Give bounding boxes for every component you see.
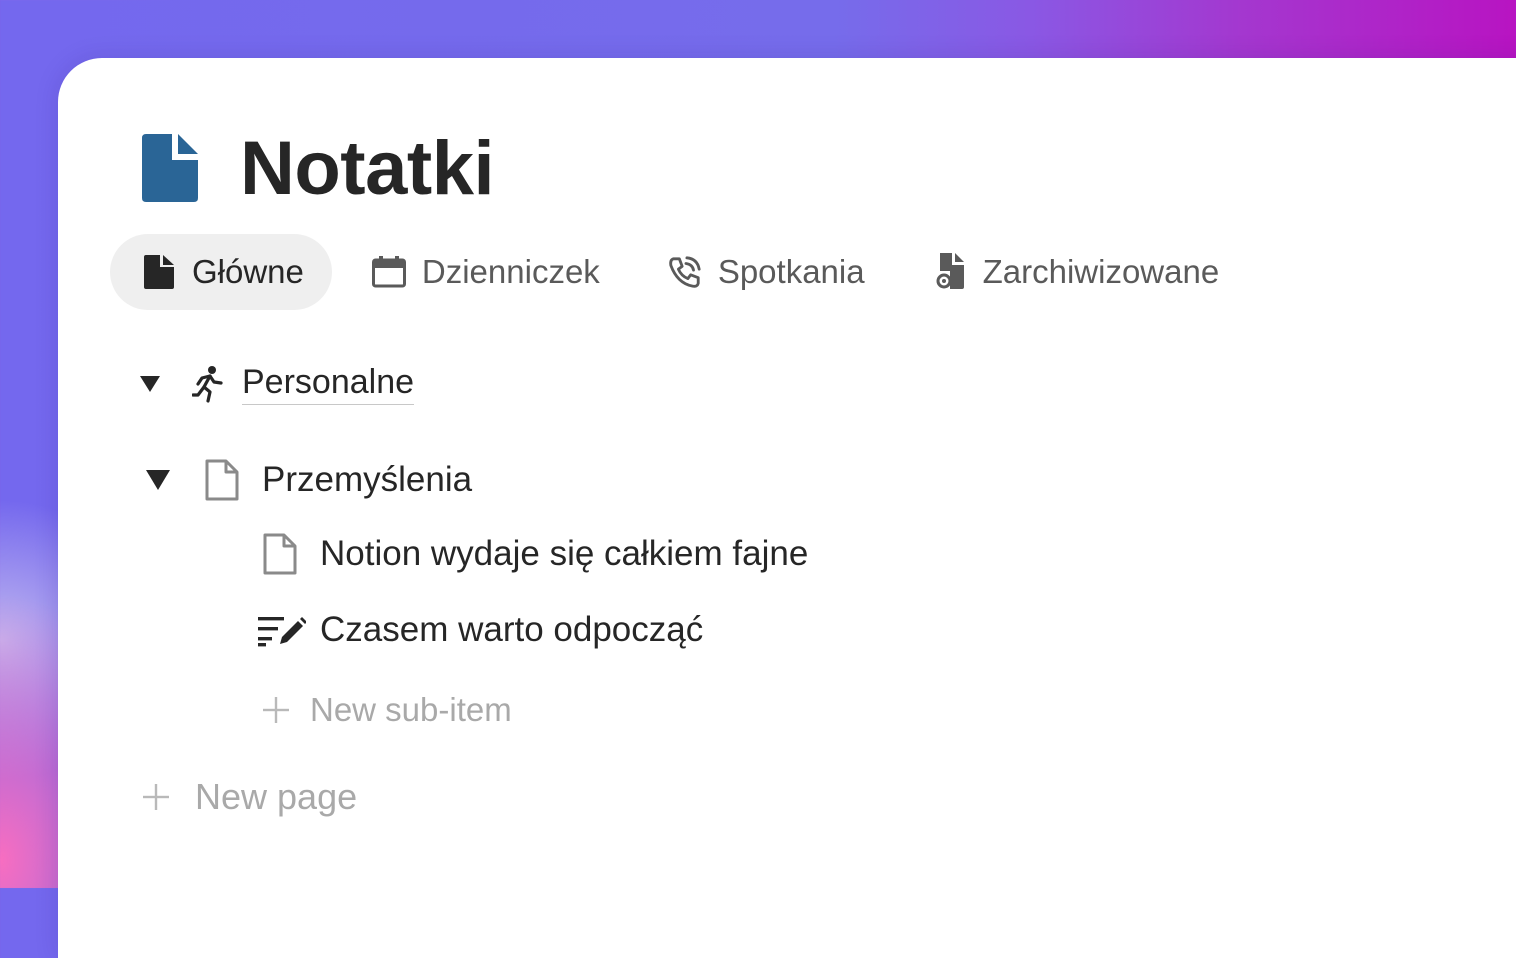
calendar-icon (371, 255, 406, 289)
new-page-label: New page (195, 776, 358, 817)
view-tabs: Główne Dzienniczek Spotkania Zarchiwizow… (110, 234, 1255, 310)
tab-label: Spotkania (717, 253, 865, 290)
edit-lines-icon (258, 613, 306, 647)
running-person-icon (192, 365, 224, 403)
tab-label: Dzienniczek (421, 253, 600, 290)
new-page-button[interactable]: New page (142, 774, 357, 820)
page-outline-icon (262, 532, 298, 576)
section-title[interactable]: Personalne (242, 363, 415, 405)
collapse-toggle-icon[interactable] (146, 468, 170, 492)
plus-icon (262, 696, 290, 724)
document-icon[interactable] (142, 134, 202, 202)
tab-glowne[interactable]: Główne (110, 234, 332, 310)
page-title[interactable]: Notatki (240, 125, 495, 212)
tree-group-przemyslenia: Przemyślenia (146, 456, 472, 504)
collapse-toggle-icon[interactable] (138, 372, 162, 396)
archived-document-icon (933, 253, 967, 289)
tab-zarchiwizowane[interactable]: Zarchiwizowane (901, 234, 1248, 310)
page-panel: Notatki Główne Dzienniczek Spotkania Zar… (58, 58, 1516, 958)
plus-icon (142, 783, 170, 811)
child-title: Czasem warto odpocząć (320, 610, 704, 649)
new-sub-item-button[interactable]: New sub-item (262, 688, 512, 732)
tree-child-item[interactable]: Czasem warto odpocząć (258, 606, 703, 654)
child-title: Notion wydaje się całkiem fajne (320, 534, 809, 573)
tree-section-personalne: Personalne (138, 362, 415, 406)
tab-label: Główne (192, 253, 304, 290)
phone-call-icon (668, 255, 702, 289)
tab-label: Zarchiwizowane (982, 253, 1220, 290)
tab-dzienniczek[interactable]: Dzienniczek (340, 234, 628, 310)
new-sub-item-label: New sub-item (310, 691, 512, 728)
page-outline-icon (204, 458, 240, 502)
page-header: Notatki (142, 126, 495, 211)
tree-child-item[interactable]: Notion wydaje się całkiem fajne (262, 530, 808, 578)
tab-spotkania[interactable]: Spotkania (636, 234, 893, 310)
group-title[interactable]: Przemyślenia (262, 460, 472, 500)
document-filled-icon (142, 255, 176, 289)
